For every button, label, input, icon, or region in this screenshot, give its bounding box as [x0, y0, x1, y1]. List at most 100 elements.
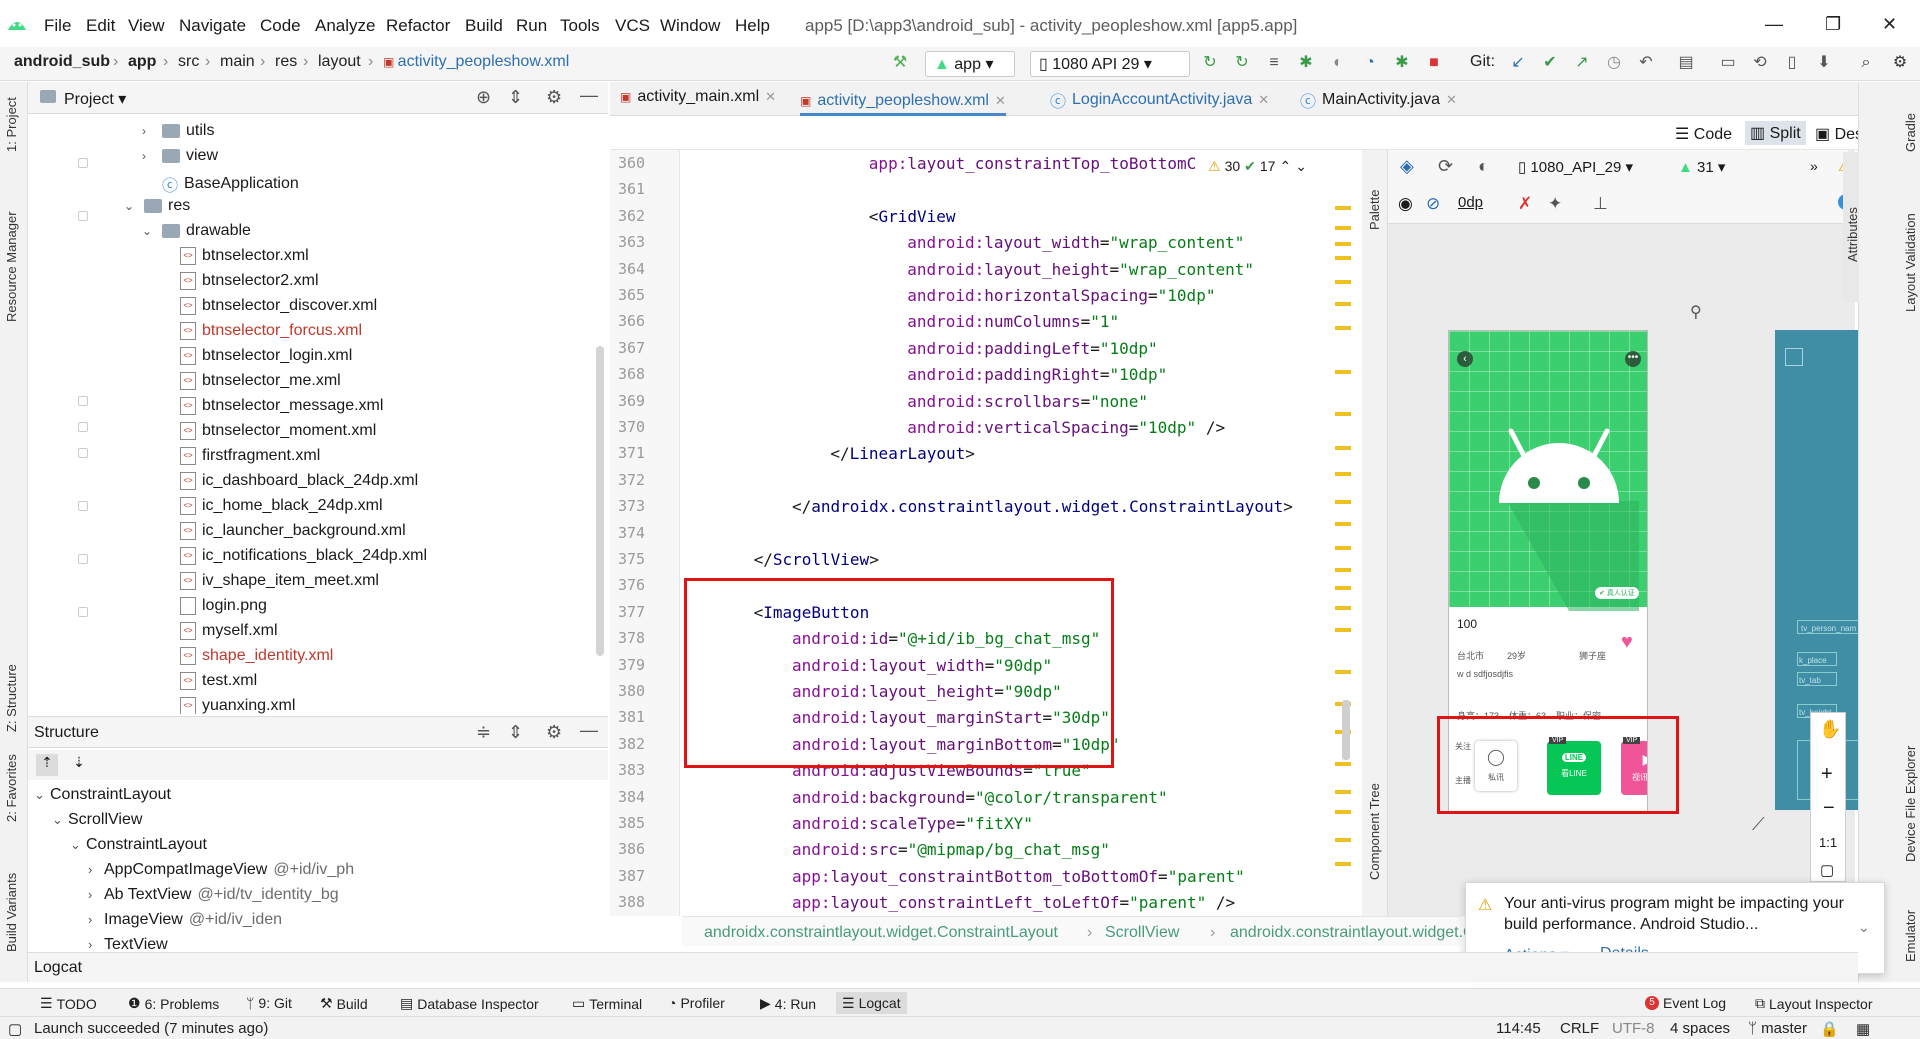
warning-stripe-mark[interactable] — [1335, 546, 1351, 550]
apply-code-icon[interactable]: ≡ — [1264, 53, 1284, 73]
memory-icon[interactable]: ▦ — [1856, 1020, 1870, 1038]
menu-run[interactable]: Run — [516, 16, 547, 36]
navigate-up-icon[interactable]: ⇡ — [36, 754, 58, 776]
warning-stripe-mark[interactable] — [1335, 472, 1351, 476]
tab-component-tree[interactable]: Component Tree — [1367, 783, 1382, 880]
git-update-icon[interactable]: ↙ — [1508, 53, 1528, 73]
expand-all-icon[interactable]: ≑ — [476, 722, 491, 743]
tool-profiler[interactable]: ◔ Profiler — [668, 995, 725, 1011]
warning-stripe-mark[interactable] — [1335, 326, 1351, 330]
warning-stripe-mark[interactable] — [1335, 670, 1351, 674]
warning-stripe-mark[interactable] — [1335, 838, 1351, 842]
chevron-down-icon[interactable]: ⌄ — [70, 837, 86, 853]
project-tree-item[interactable]: <> btnselector_moment.xml — [160, 422, 376, 440]
run-config-select[interactable]: ▲ app ▾ — [925, 51, 1015, 77]
file-encoding[interactable]: UTF-8 — [1612, 1020, 1655, 1037]
project-tree-item[interactable]: <> ic_notifications_black_24dp.xml — [160, 547, 427, 565]
close-tab-icon[interactable]: ✕ — [765, 89, 776, 105]
api-select[interactable]: ▲ 31 ▾ — [1678, 158, 1725, 176]
chevron-up-icon[interactable]: ⌃ — [1279, 158, 1291, 175]
fold-marker-icon[interactable] — [78, 448, 88, 458]
chevron-down-icon[interactable]: ⌄ — [124, 199, 138, 213]
close-tab-icon[interactable]: ✕ — [1258, 92, 1269, 108]
close-icon[interactable]: ✕ — [1882, 14, 1897, 35]
tab-project[interactable]: 1: Project — [4, 97, 19, 152]
sync-gradle-icon[interactable]: ⟲ — [1750, 53, 1770, 73]
menu-file[interactable]: File — [44, 16, 71, 36]
breadcrumb-layout[interactable]: layout — [318, 53, 361, 71]
debug-icon[interactable]: ✱ — [1296, 53, 1316, 73]
zoom-fit-icon[interactable]: ▢ — [1820, 861, 1834, 879]
project-tree-item[interactable]: <> btnselector.xml — [160, 247, 309, 265]
tool-todo[interactable]: ☰ TODO — [40, 995, 97, 1012]
fold-marker-icon[interactable] — [78, 422, 88, 432]
maximize-icon[interactable]: ❐ — [1825, 14, 1841, 35]
hide-panel-icon[interactable]: — — [580, 85, 598, 106]
sdk-manager-icon[interactable]: ⬇ — [1814, 53, 1834, 73]
warning-stripe-mark[interactable] — [1335, 302, 1351, 306]
expand-toolbar-icon[interactable]: » — [1810, 158, 1818, 174]
structure-tree-item[interactable]: › TextView — [88, 936, 168, 950]
close-tab-icon[interactable]: ✕ — [1446, 92, 1457, 108]
locate-icon[interactable]: ⊕ — [476, 87, 491, 108]
menu-navigate[interactable]: Navigate — [179, 16, 246, 36]
settings-icon[interactable]: ⚙ — [1890, 53, 1910, 73]
warning-stripe-mark[interactable] — [1335, 628, 1351, 632]
magnet-icon[interactable]: ⊘ — [1426, 194, 1440, 214]
tab-build-variants[interactable]: Build Variants — [4, 873, 19, 952]
project-tree-item[interactable]: <> ic_launcher_background.xml — [160, 522, 406, 540]
warning-stripe-mark[interactable] — [1335, 586, 1351, 590]
warning-stripe-mark[interactable] — [1335, 790, 1351, 794]
project-scrollbar[interactable] — [596, 346, 604, 656]
chevron-down-icon[interactable]: ⌄ — [142, 224, 156, 238]
more-icon[interactable]: ••• — [1625, 351, 1641, 367]
fold-marker-icon[interactable] — [78, 554, 88, 564]
fold-marker-icon[interactable] — [78, 211, 88, 221]
fold-marker-icon[interactable] — [78, 396, 88, 406]
project-tree-item[interactable]: login.png — [160, 597, 267, 615]
structure-tree-item[interactable]: › Ab TextView @+id/tv_identity_bg — [88, 886, 339, 904]
warning-stripe-mark[interactable] — [1335, 500, 1351, 504]
menu-vcs[interactable]: VCS — [615, 16, 650, 36]
menu-view[interactable]: View — [128, 16, 165, 36]
tool-problems[interactable]: ❶ 6: Problems — [128, 995, 219, 1012]
tab-activity-main[interactable]: ▣ activity_main.xml ✕ — [620, 88, 776, 106]
project-tree-item[interactable]: › utils — [142, 122, 214, 140]
device-select[interactable]: ▯ 1080_API_29 ▾ — [1518, 158, 1633, 176]
warning-stripe-mark[interactable] — [1335, 280, 1351, 284]
menu-edit[interactable]: Edit — [86, 16, 115, 36]
menu-code[interactable]: Code — [260, 16, 301, 36]
stop-icon[interactable]: ■ — [1424, 53, 1444, 73]
warning-stripe-mark[interactable] — [1335, 522, 1351, 526]
search-icon[interactable]: ⌕ — [1856, 53, 1876, 73]
git-branch[interactable]: ᛘ master — [1748, 1020, 1807, 1037]
attach-debugger-icon[interactable]: ✱ — [1392, 53, 1412, 73]
warning-indicator[interactable]: ⚠ 30 ✔ 17 ⌃ ⌄ — [1208, 158, 1307, 175]
project-tree-item[interactable]: ⓒ BaseApplication — [142, 172, 299, 196]
device-manager-icon[interactable]: ▯ — [1782, 53, 1802, 73]
gear-icon[interactable]: ⚙ — [546, 722, 562, 743]
git-push-icon[interactable]: ↗ — [1572, 53, 1592, 73]
collapse-all-icon[interactable]: ⇕ — [508, 722, 523, 743]
tool-run[interactable]: ▶ 4: Run — [760, 995, 816, 1012]
warning-stripe-mark[interactable] — [1335, 226, 1351, 230]
project-tree-item[interactable]: ⌄ res — [124, 197, 190, 215]
breadcrumb-file[interactable]: ▣ activity_peopleshow.xml — [383, 53, 569, 71]
tab-device-file-explorer[interactable]: Device File Explorer — [1903, 746, 1918, 862]
warning-stripe-mark[interactable] — [1335, 862, 1351, 866]
chevron-right-icon[interactable]: › — [142, 149, 156, 163]
tool-terminal[interactable]: ▭ Terminal — [572, 995, 642, 1012]
xml-breadcrumb-item[interactable]: androidx.constraintlayout.widget.Constra… — [704, 924, 1058, 942]
pan-hand-icon[interactable]: ✋ — [1819, 719, 1841, 740]
zoom-actual-size[interactable]: 1:1 — [1819, 835, 1837, 850]
xml-breadcrumb-item[interactable]: ScrollView — [1105, 924, 1179, 942]
tab-layout-validation[interactable]: Layout Validation — [1903, 213, 1918, 312]
breadcrumb-res[interactable]: res — [275, 53, 297, 71]
status-toggle-icon[interactable]: ▢ — [8, 1020, 22, 1038]
warning-stripe-mark[interactable] — [1335, 370, 1351, 374]
chevron-down-icon[interactable]: ⌄ — [1858, 919, 1870, 936]
fold-marker-icon[interactable] — [78, 607, 88, 617]
chevron-right-icon[interactable]: › — [88, 887, 104, 902]
tool-event-log[interactable]: 5 Event Log — [1645, 995, 1726, 1011]
tab-attributes[interactable]: Attributes — [1845, 207, 1860, 262]
